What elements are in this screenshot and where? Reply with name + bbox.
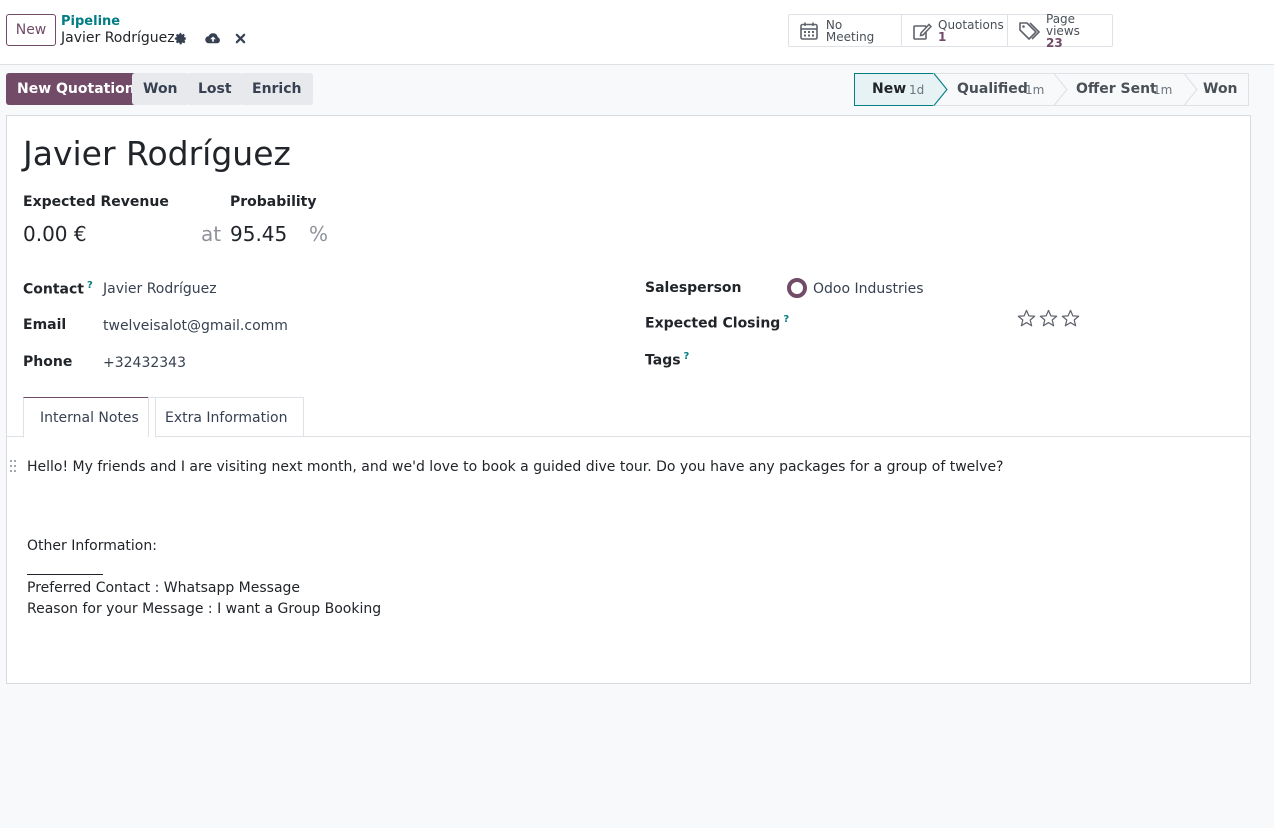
at-label: at <box>201 222 222 246</box>
phone-field[interactable]: +32432343 <box>103 355 186 371</box>
tags-icon <box>1018 20 1040 42</box>
tags-help-icon[interactable]: ? <box>684 351 690 362</box>
star-icon[interactable] <box>1039 309 1058 328</box>
meeting-label: No Meeting <box>825 17 875 44</box>
meeting-smart-button[interactable]: No Meeting <box>789 15 902 46</box>
priority-stars <box>1017 309 1080 328</box>
page-views-count: 23 <box>1046 35 1063 50</box>
expected-revenue-label: Expected Revenue <box>23 194 169 210</box>
tags-label: Tags <box>645 352 681 369</box>
smart-buttons: No Meeting Quotations 1 Page views 23 <box>788 13 1113 49</box>
expected-closing-label-wrap: Expected Closing? <box>645 314 789 332</box>
email-field[interactable]: twelveisalot@gmail.comm <box>103 318 288 334</box>
quotations-text: Quotations 1 <box>938 19 1004 43</box>
calendar-icon <box>799 20 820 42</box>
email-label: Email <box>23 317 67 333</box>
contact-field[interactable]: Javier Rodríguez <box>103 281 217 297</box>
form-sheet: Javier Rodríguez Expected Revenue 0.00 €… <box>6 115 1251 684</box>
control-panel: New Pipeline Javier Rodríguez No Meeting… <box>0 0 1274 65</box>
notebook-tabs: Internal Notes Extra Information <box>7 397 1250 438</box>
star-icon[interactable] <box>1017 309 1036 328</box>
quotations-count: 1 <box>938 29 947 44</box>
contact-label: Contact <box>23 281 84 298</box>
tags-label-wrap: Tags? <box>645 351 689 369</box>
contact-label-wrap: Contact? <box>23 280 93 298</box>
page-views-text: Page views 23 <box>1046 13 1102 49</box>
quotations-smart-button[interactable]: Quotations 1 <box>902 15 1008 46</box>
note-message[interactable]: Hello! My friends and I are visiting nex… <box>27 459 1004 475</box>
percent-sign: % <box>309 222 329 246</box>
stage-offer-sent-duration: 1m <box>1153 83 1173 97</box>
stage-new-label: New <box>872 81 907 97</box>
lead-title[interactable]: Javier Rodríguez <box>23 134 291 173</box>
note-other-info: Other Information: <box>27 538 157 554</box>
probability-label: Probability <box>230 194 317 210</box>
edit-icon <box>912 20 932 42</box>
expected-closing-help-icon[interactable]: ? <box>783 314 789 325</box>
note-reason: Reason for your Message : I want a Group… <box>27 601 382 617</box>
drag-handle-icon[interactable] <box>9 459 17 473</box>
salesperson-label: Salesperson <box>645 280 742 296</box>
won-button[interactable]: Won <box>132 73 189 105</box>
stage-won-label: Won <box>1203 81 1238 97</box>
stage-qualified-duration: 1m <box>1025 83 1045 97</box>
cloud-upload-icon[interactable] <box>205 30 221 46</box>
close-icon[interactable] <box>232 30 248 46</box>
gear-icon[interactable] <box>172 30 188 46</box>
enrich-button[interactable]: Enrich <box>241 73 313 105</box>
stage-new-duration: 1d <box>909 83 925 97</box>
lost-button[interactable]: Lost <box>187 73 243 105</box>
tab-internal-notes[interactable]: Internal Notes <box>23 397 156 438</box>
quotations-label: Quotations <box>938 17 1004 32</box>
breadcrumb-current: Javier Rodríguez <box>61 30 175 46</box>
expected-closing-label: Expected Closing <box>645 315 781 332</box>
salesperson-field[interactable]: Odoo Industries <box>813 281 924 297</box>
expected-revenue-field[interactable]: 0.00 € <box>23 222 87 246</box>
salesperson-avatar <box>787 278 807 298</box>
stage-offer-sent-label: Offer Sent <box>1076 81 1157 97</box>
new-button[interactable]: New <box>6 14 56 46</box>
stage-qualified-label: Qualified <box>957 81 1028 97</box>
probability-field[interactable]: 95.45 <box>230 222 287 246</box>
page-views-smart-button[interactable]: Page views 23 <box>1008 13 1112 49</box>
phone-label: Phone <box>23 354 73 370</box>
star-icon[interactable] <box>1061 309 1080 328</box>
tab-extra-information[interactable]: Extra Information <box>148 397 305 437</box>
note-separator <box>27 574 103 575</box>
page-views-label: Page views <box>1046 11 1080 38</box>
breadcrumb-pipeline[interactable]: Pipeline <box>61 14 120 29</box>
contact-help-icon[interactable]: ? <box>87 280 93 291</box>
new-quotation-button[interactable]: New Quotation <box>6 73 146 105</box>
note-preferred-contact: Preferred Contact : Whatsapp Message <box>27 580 301 596</box>
